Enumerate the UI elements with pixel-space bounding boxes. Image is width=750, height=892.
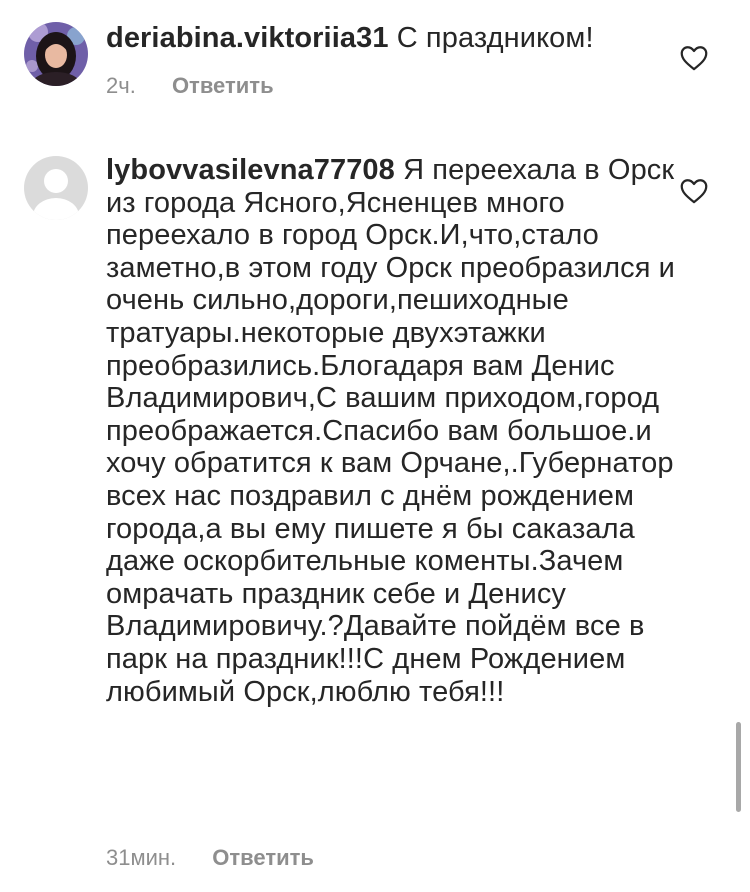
comment-timestamp: 31мин. [106, 845, 177, 870]
comment-item: deriabina.viktoriia31 С праздником! 2ч. … [0, 0, 750, 120]
heart-outline-icon[interactable] [680, 45, 708, 71]
user-avatar[interactable] [24, 22, 88, 86]
scrollbar-thumb[interactable] [736, 722, 741, 812]
user-avatar[interactable] [24, 156, 88, 220]
comment-item: lybovvasilevna77708 Я переехала в Орск и… [0, 120, 750, 892]
comment-body: lybovvasilevna77708 Я переехала в Орск и… [106, 154, 676, 708]
comment-meta: 31мин. Ответить [106, 845, 314, 871]
comment-username[interactable]: lybovvasilevna77708 [106, 154, 395, 186]
comment-username[interactable]: deriabina.viktoriia31 [106, 22, 389, 54]
reply-button[interactable]: Ответить [172, 73, 274, 98]
avatar-photo-icon [24, 22, 88, 86]
comment-body: deriabina.viktoriia31 С праздником! [106, 22, 676, 55]
comment-text: С праздником! [396, 22, 594, 54]
comment-text: Я переехала в Орск из города Ясного,Ясне… [106, 154, 675, 708]
default-avatar-icon [24, 156, 88, 220]
heart-outline-icon[interactable] [680, 178, 708, 204]
comment-timestamp: 2ч. [106, 73, 136, 98]
comment-meta: 2ч. Ответить [106, 73, 274, 99]
reply-button[interactable]: Ответить [212, 845, 314, 870]
